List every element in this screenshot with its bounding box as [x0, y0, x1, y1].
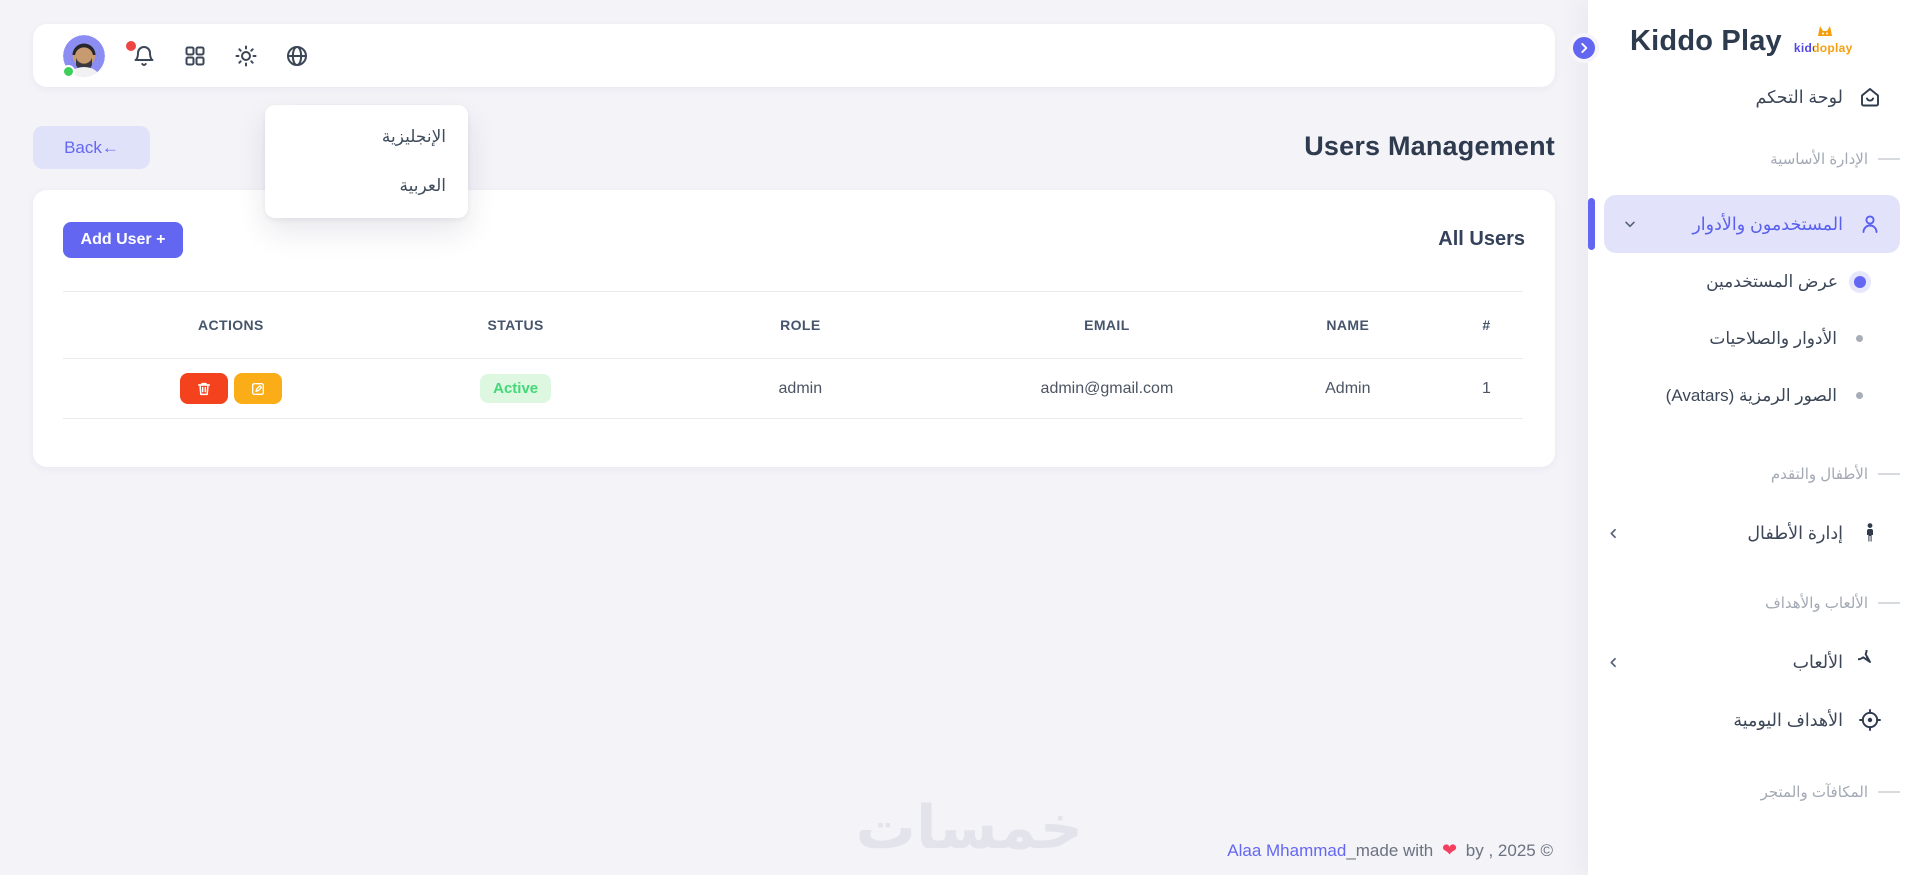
notifications-bell-button[interactable] [126, 40, 156, 68]
header-index: # [1450, 291, 1523, 359]
sidebar-item-label: المستخدمون والأدوار [1692, 213, 1843, 234]
bullet-dot [1856, 335, 1863, 342]
heart-icon: ❤ [1441, 840, 1458, 860]
sidebar-subitem-label: عرض المستخدمين [1706, 271, 1838, 291]
section-label: الأطفال والتقدم [1770, 466, 1868, 483]
cell-actions [63, 358, 399, 419]
edit-pencil-icon [251, 382, 264, 395]
grid-icon [185, 46, 205, 65]
online-status-dot [62, 64, 75, 78]
users-table: # NAME EMAIL ROLE STATUS ACTIONS 1 Admin… [63, 291, 1523, 419]
sidebar: Kiddo Play kiddoplay لوحة التحكم الإدارة… [1569, 0, 1916, 875]
cell-index: 1 [1450, 358, 1523, 419]
games-icon [1858, 650, 1882, 674]
section-label: الألعاب والأهداف [1765, 595, 1868, 612]
sidebar-item-children-management[interactable]: إدارة الأطفال [1588, 510, 1916, 556]
author-link[interactable]: Alaa Mhammad [1227, 841, 1346, 861]
sidebar-item-label: لوحة التحكم [1755, 86, 1843, 107]
table-row: 1 Admin admin@gmail.com admin Active [63, 358, 1523, 419]
brand-title: Kiddo Play [1630, 25, 1782, 57]
users-table-wrapper: # NAME EMAIL ROLE STATUS ACTIONS 1 Admin… [63, 291, 1523, 419]
cell-name: Admin [1245, 358, 1450, 419]
sidebar-item-games[interactable]: الألعاب [1588, 639, 1916, 685]
header-name: NAME [1245, 291, 1450, 359]
sidebar-subitem-avatars[interactable]: الصور الرمزية (Avatars) [1588, 367, 1916, 424]
sidebar-subitem-roles-permissions[interactable]: الأدوار والصلاحيات [1588, 310, 1916, 367]
bullet-dot [1856, 392, 1863, 399]
child-icon [1858, 521, 1882, 545]
footer-made-with-text: _made with [1346, 840, 1438, 860]
table-header-row: # NAME EMAIL ROLE STATUS ACTIONS [63, 291, 1523, 359]
chevron-down-icon [1622, 216, 1638, 232]
status-badge: Active [480, 374, 552, 403]
top-header-bar [33, 24, 1555, 87]
sidebar-item-users-roles[interactable]: المستخدمون والأدوار [1604, 195, 1900, 253]
section-divider-dash [1878, 473, 1900, 475]
khamsat-watermark: خمسات [855, 794, 1083, 861]
language-globe-button[interactable] [285, 44, 309, 68]
header-role: ROLE [632, 291, 969, 359]
users-table-card: Add User + All Users # NAME EMAIL ROLE S… [33, 190, 1555, 467]
sidebar-item-daily-goals[interactable]: الأهداف اليومية [1588, 697, 1916, 743]
sidebar-item-label: إدارة الأطفال [1747, 522, 1843, 543]
back-button[interactable]: Back← [33, 126, 150, 169]
header-actions: ACTIONS [63, 291, 399, 359]
cell-email: admin@gmail.com [968, 358, 1246, 419]
users-icon [1858, 212, 1882, 236]
brand-row: Kiddo Play kiddoplay [1630, 25, 1916, 58]
active-bullet-dot [1854, 275, 1866, 288]
language-option-arabic[interactable]: العربية [265, 163, 468, 209]
sidebar-section-children-progress: الأطفال والتقدم [1588, 465, 1916, 483]
delete-user-button[interactable] [179, 373, 228, 404]
main-content-area: الإنجليزية العربية Back← Users Managemen… [0, 0, 1588, 875]
sidebar-section-core-admin: الإدارة الأساسية [1588, 150, 1916, 168]
sidebar-item-label: الألعاب [1792, 651, 1843, 672]
add-user-button[interactable]: Add User + [63, 222, 183, 258]
header-email: EMAIL [968, 291, 1246, 359]
theme-toggle-button[interactable] [234, 44, 258, 68]
sidebar-section-games-goals: الألعاب والأهداف [1588, 594, 1916, 612]
section-divider-dash [1878, 158, 1900, 160]
footer-credit: Alaa Mhammad _made with ❤ by , 2025 © [1227, 840, 1553, 861]
target-icon [1858, 708, 1882, 732]
sidebar-collapse-button[interactable] [1569, 33, 1599, 63]
section-label: الإدارة الأساسية [1770, 151, 1868, 168]
sidebar-item-dashboard[interactable]: لوحة التحكم [1588, 74, 1916, 120]
section-divider-dash [1878, 791, 1900, 793]
notification-badge-dot [126, 40, 136, 51]
sidebar-section-rewards-store: المكافآت والمتجر [1588, 783, 1916, 801]
chevron-left-icon [1606, 655, 1621, 670]
section-label: المكافآت والمتجر [1760, 784, 1868, 801]
page-title: Users Management [1304, 131, 1555, 161]
sun-icon [235, 45, 257, 66]
language-dropdown-menu: الإنجليزية العربية [265, 105, 468, 218]
cell-role: admin [632, 358, 969, 419]
home-icon [1858, 85, 1882, 109]
trash-icon [197, 382, 210, 395]
logo-mascot-icon [1817, 25, 1832, 36]
user-avatar[interactable] [62, 34, 105, 78]
cell-status: Active [398, 358, 633, 419]
logo-wordmark: kiddoplay [1793, 40, 1853, 55]
sidebar-subitem-label: الأدوار والصلاحيات [1709, 328, 1837, 348]
apps-grid-button[interactable] [183, 44, 207, 68]
chevron-left-icon [1606, 526, 1621, 541]
all-users-heading: All Users [1438, 228, 1525, 250]
active-indicator-bar [1588, 198, 1595, 250]
section-divider-dash [1878, 602, 1900, 604]
edit-user-button[interactable] [233, 373, 282, 404]
header-status: STATUS [398, 291, 633, 359]
sidebar-subitem-label: الصور الرمزية (Avatars) [1665, 385, 1837, 405]
sidebar-nav: لوحة التحكم الإدارة الأساسية المستخدمون … [1588, 74, 1916, 801]
chevron-right-icon [1581, 42, 1588, 54]
language-option-english[interactable]: الإنجليزية [265, 114, 468, 160]
sidebar-item-label: الأهداف اليومية [1733, 709, 1843, 730]
sidebar-active-item-wrap: المستخدمون والأدوار [1588, 195, 1916, 253]
kiddoplay-logo: kiddoplay [1793, 25, 1856, 58]
globe-icon [287, 45, 307, 66]
sidebar-subitem-view-users[interactable]: عرض المستخدمين [1588, 253, 1916, 310]
footer-suffix-text: by , 2025 © [1461, 840, 1553, 860]
